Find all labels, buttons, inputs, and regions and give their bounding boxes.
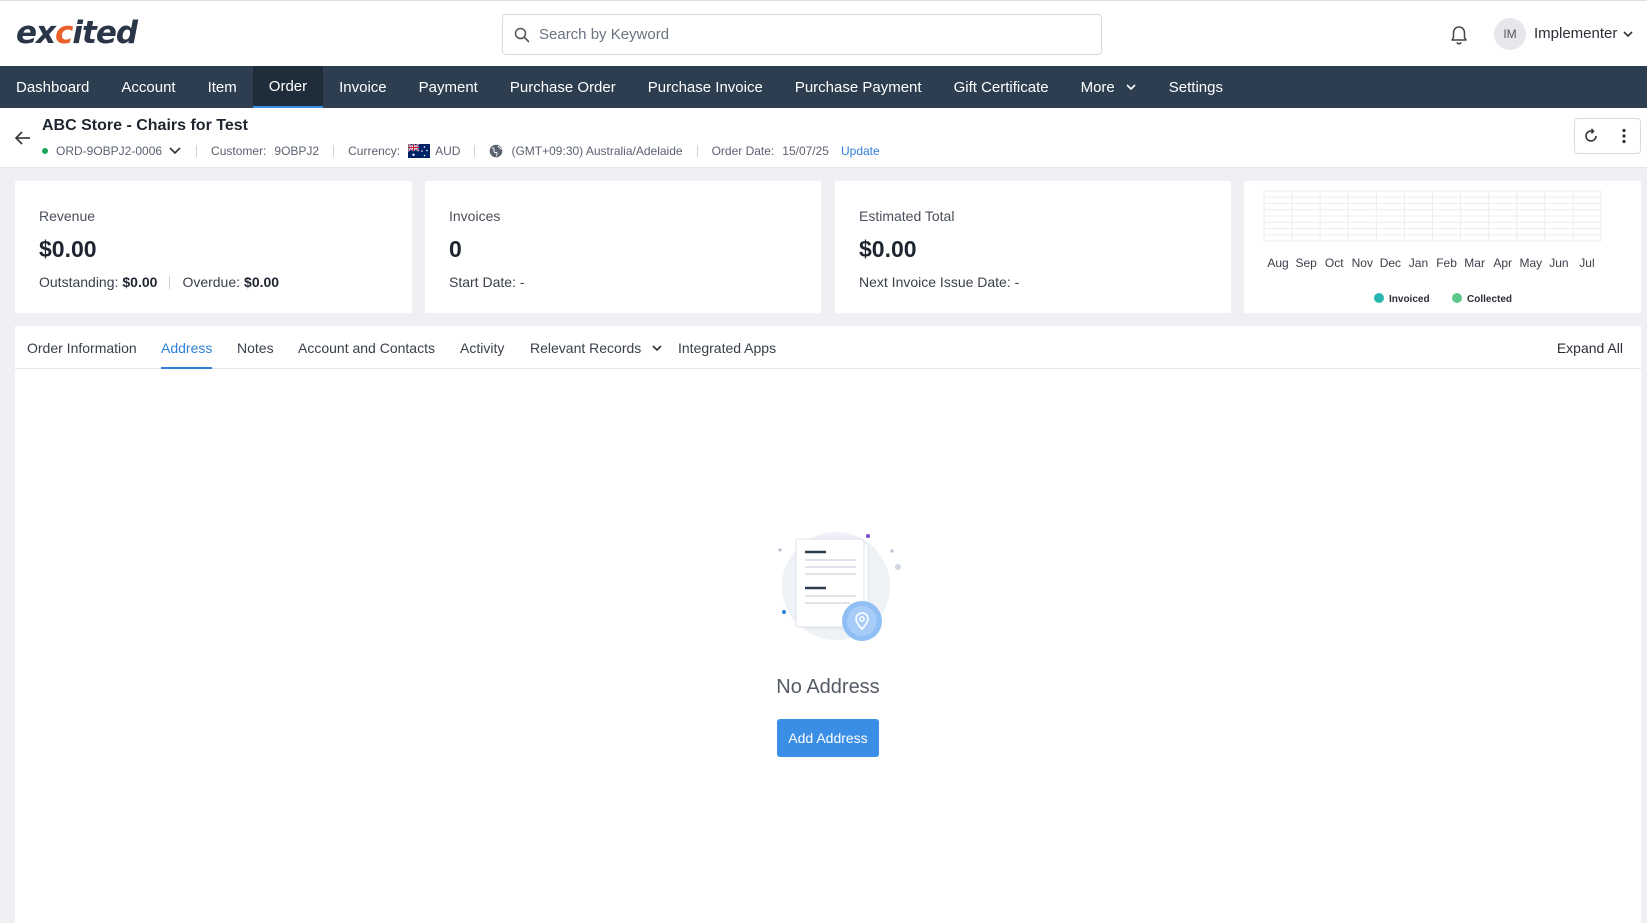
global-search[interactable] <box>502 14 1102 55</box>
outstanding-value: $0.00 <box>122 274 158 290</box>
nav-order[interactable]: Order <box>252 66 324 108</box>
revenue-value: $0.00 <box>39 236 97 262</box>
timezone: (GMT+09:30) Australia/Adelaide <box>511 144 683 158</box>
invoice-chart-card: Aug Sep Oct Nov Dec Jan Feb Mar Apr May Jun Jul Invo… <box>1244 181 1641 313</box>
estimated-total-label: Estimated Total <box>859 208 955 224</box>
tab-notes[interactable]: Notes <box>237 326 274 369</box>
arrow-left-icon[interactable] <box>14 130 32 146</box>
revenue-card: Revenue $0.00 Outstanding: $0.00 Overdue:… <box>15 181 412 313</box>
chart-tick-label: Sep <box>1295 256 1317 270</box>
no-address-illustration <box>778 532 901 641</box>
overdue-value: $0.00 <box>244 274 280 290</box>
nav-purchase-order[interactable]: Purchase Order <box>494 66 632 108</box>
tab-order-information[interactable]: Order Information <box>27 326 137 369</box>
australia-flag-icon <box>408 144 431 158</box>
tab-account-and-contacts[interactable]: Account and Contacts <box>298 326 435 369</box>
chevron-down-icon <box>652 344 662 351</box>
refresh-button[interactable] <box>1574 118 1608 154</box>
chart-tick-label: Mar <box>1464 256 1485 270</box>
add-address-button[interactable]: Add Address <box>777 719 879 757</box>
search-icon <box>514 27 530 43</box>
order-date-value: 15/07/25 <box>782 144 829 158</box>
order-number[interactable]: ORD-9OBPJ2-0006 <box>56 144 162 158</box>
record-header: ABC Store - Chairs for Test ORD-9OBPJ2-0… <box>0 108 1647 168</box>
nav-gift-certificate[interactable]: Gift Certificate <box>938 66 1065 108</box>
nav-payment[interactable]: Payment <box>403 66 494 108</box>
more-vertical-icon <box>1621 128 1626 144</box>
chevron-down-icon[interactable] <box>1622 29 1634 39</box>
nav-item[interactable]: Item <box>192 66 253 108</box>
chevron-down-icon <box>1126 84 1136 91</box>
address-panel: No Address Add Address <box>15 369 1641 923</box>
invoices-card: Invoices 0 Start Date: - <box>425 181 821 313</box>
expand-all-button[interactable]: Expand All <box>1557 326 1623 369</box>
tab-activity[interactable]: Activity <box>460 326 504 369</box>
record-title: ABC Store - Chairs for Test <box>42 117 248 134</box>
main-nav: Dashboard Account Item Order Invoice Pay… <box>0 66 1647 108</box>
more-actions-button[interactable] <box>1607 118 1641 154</box>
tab-address[interactable]: Address <box>161 326 213 369</box>
chart-legend-swatch <box>1452 293 1462 303</box>
customer-value[interactable]: 9OBPJ2 <box>274 144 319 158</box>
chart-tick-label: Oct <box>1325 256 1344 270</box>
chart-tick-label: Apr <box>1493 256 1512 270</box>
chart-tick-label: Aug <box>1267 256 1288 270</box>
nav-invoice[interactable]: Invoice <box>323 66 403 108</box>
currency-value: AUD <box>435 144 461 158</box>
exsited-logo[interactable]: excited <box>16 15 138 51</box>
tab-integrated-apps[interactable]: Integrated Apps <box>678 326 776 369</box>
nav-purchase-invoice[interactable]: Purchase Invoice <box>632 66 779 108</box>
chevron-down-icon[interactable] <box>168 146 182 156</box>
nav-more[interactable]: More <box>1065 66 1153 108</box>
chart-tick-label: Nov <box>1352 256 1373 270</box>
chart-tick-label: Jan <box>1409 256 1428 270</box>
nav-purchase-payment[interactable]: Purchase Payment <box>779 66 938 108</box>
update-link[interactable]: Update <box>841 144 880 158</box>
globe-icon <box>490 144 503 158</box>
start-date: Start Date: - <box>449 274 525 290</box>
record-meta: ORD-9OBPJ2-0006 Customer: 9OBPJ2 Currenc… <box>42 142 880 160</box>
avatar[interactable]: IM <box>1494 18 1526 50</box>
user-name[interactable]: Implementer <box>1534 25 1617 42</box>
estimated-total-value: $0.00 <box>859 236 917 262</box>
customer-label: Customer: <box>211 144 267 158</box>
chart-tick-label: Feb <box>1436 256 1457 270</box>
next-invoice-issue-date: Next Invoice Issue Date: - <box>859 274 1020 290</box>
chart-tick-label: May <box>1519 256 1542 270</box>
tab-relevant-records[interactable]: Relevant Records <box>530 326 663 369</box>
refresh-icon <box>1585 128 1597 142</box>
nav-account[interactable]: Account <box>105 66 191 108</box>
invoices-value: 0 <box>449 236 462 262</box>
chart-tick-label: Jun <box>1549 256 1568 270</box>
order-date-label: Order Date: <box>711 144 775 158</box>
revenue-sub: Outstanding: $0.00 Overdue: $0.00 <box>39 274 280 290</box>
status-dot <box>42 148 48 154</box>
bell-icon[interactable] <box>1448 24 1470 46</box>
top-header: excited IM Implementer <box>0 0 1647 66</box>
estimated-total-card: Estimated Total $0.00 Next Invoice Issue… <box>835 181 1231 313</box>
chart-legend-swatch <box>1374 293 1384 303</box>
invoices-label: Invoices <box>449 208 501 224</box>
record-tabs: Order Information Address Notes Account … <box>15 326 1641 369</box>
nav-dashboard[interactable]: Dashboard <box>0 66 105 108</box>
chart-legend-label: Collected <box>1467 294 1512 305</box>
currency-label: Currency: <box>348 144 401 158</box>
revenue-label: Revenue <box>39 208 96 224</box>
invoice-collected-chart: Aug Sep Oct Nov Dec Jan Feb Mar Apr May Jun Jul Invo… <box>1263 190 1602 305</box>
empty-state-title: No Address <box>776 676 880 698</box>
chart-legend-label: Invoiced <box>1389 294 1430 305</box>
search-input[interactable] <box>539 15 1089 54</box>
chart-tick-label: Jul <box>1579 256 1594 270</box>
nav-settings[interactable]: Settings <box>1153 66 1239 108</box>
chart-tick-label: Dec <box>1380 256 1401 270</box>
